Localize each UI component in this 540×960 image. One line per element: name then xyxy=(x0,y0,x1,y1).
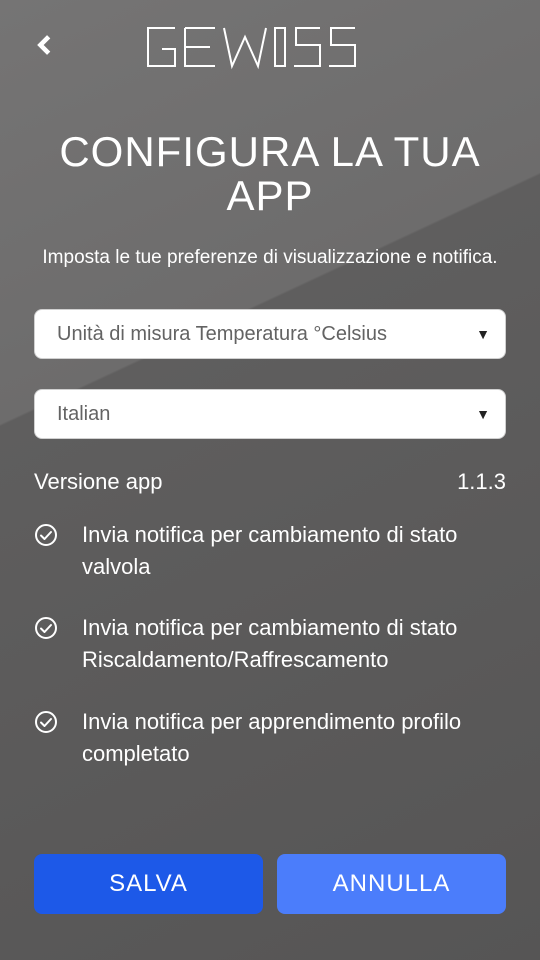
save-button[interactable]: SALVA xyxy=(34,854,263,914)
back-button[interactable] xyxy=(30,30,60,60)
option-notify-valve[interactable]: Invia notifica per cambiamento di stato … xyxy=(34,519,506,583)
option-label: Invia notifica per cambiamento di stato … xyxy=(82,519,506,583)
option-notify-heatcool[interactable]: Invia notifica per cambiamento di stato … xyxy=(34,612,506,676)
brand-logo xyxy=(140,17,400,77)
option-notify-profile[interactable]: Invia notifica per apprendimento profilo… xyxy=(34,706,506,770)
check-circle-icon xyxy=(34,616,58,640)
version-label: Versione app xyxy=(34,469,162,495)
cancel-button[interactable]: ANNULLA xyxy=(277,854,506,914)
temperature-unit-select[interactable]: Unità di misura Temperatura °Celsius xyxy=(34,309,506,359)
check-circle-icon xyxy=(34,710,58,734)
check-circle-icon xyxy=(34,523,58,547)
language-select[interactable]: Italian xyxy=(34,389,506,439)
language-select-wrap: Italian ▼ xyxy=(34,389,506,439)
version-value: 1.1.3 xyxy=(457,469,506,495)
option-label: Invia notifica per apprendimento profilo… xyxy=(82,706,506,770)
page-subtitle: Imposta le tue preferenze di visualizzaz… xyxy=(34,244,506,273)
page-title: CONFIGURA LA TUA APP xyxy=(34,130,506,218)
chevron-left-icon xyxy=(34,31,56,59)
temperature-unit-select-wrap: Unità di misura Temperatura °Celsius ▼ xyxy=(34,309,506,359)
option-label: Invia notifica per cambiamento di stato … xyxy=(82,612,506,676)
